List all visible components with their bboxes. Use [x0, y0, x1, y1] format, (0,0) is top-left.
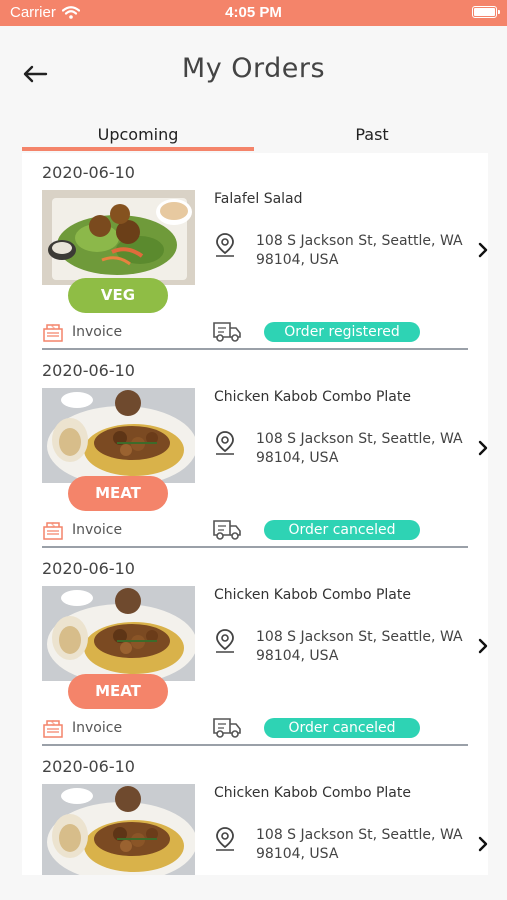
invoice-icon[interactable]: $ — [42, 719, 64, 739]
tab-upcoming[interactable]: Upcoming — [22, 121, 254, 151]
divider — [42, 744, 468, 746]
active-tab-indicator — [22, 147, 254, 151]
clock: 4:05 PM — [225, 4, 282, 21]
kabob-plate-photo — [42, 586, 195, 681]
delivery-truck-icon — [213, 520, 241, 540]
chevron-right-icon[interactable] — [477, 440, 488, 456]
tab-past[interactable]: Past — [256, 121, 488, 151]
location-pin-icon — [216, 431, 234, 455]
delivery-address: 108 S Jackson St, Seattle, WA 98104, USA — [256, 431, 463, 466]
location-pin-icon — [216, 827, 234, 851]
svg-text:$: $ — [51, 522, 55, 529]
meat-badge: MEAT — [68, 476, 168, 511]
order-card[interactable]: 2020-06-10 MEAT Chicken Kabob Combo Plat… — [22, 549, 488, 747]
svg-text:$: $ — [51, 324, 55, 331]
invoice-icon[interactable]: $ — [42, 323, 64, 343]
header: My Orders — [0, 26, 507, 121]
item-name: Chicken Kabob Combo Plate — [214, 785, 411, 801]
order-date: 2020-06-10 — [42, 163, 135, 182]
order-card[interactable]: 2020-06-10 MEAT Chicken Kabob Combo Plat… — [22, 351, 488, 549]
kabob-plate-photo — [42, 784, 195, 875]
invoice-icon[interactable]: $ — [42, 521, 64, 541]
item-name: Chicken Kabob Combo Plate — [214, 587, 411, 603]
delivery-address: 108 S Jackson St, Seattle, WA 98104, USA — [256, 629, 463, 664]
order-date: 2020-06-10 — [42, 559, 135, 578]
invoice-link[interactable]: Invoice — [72, 324, 122, 340]
delivery-truck-icon — [213, 322, 241, 342]
meat-badge: MEAT — [68, 674, 168, 709]
order-status-badge: Order canceled — [264, 718, 420, 738]
battery-icon — [472, 6, 500, 18]
invoice-link[interactable]: Invoice — [72, 522, 122, 538]
svg-text:$: $ — [51, 720, 55, 727]
page-title: My Orders — [181, 53, 326, 84]
chevron-right-icon[interactable] — [477, 836, 488, 852]
order-status-badge: Order registered — [264, 322, 420, 342]
delivery-address: 108 S Jackson St, Seattle, WA 98104, USA — [256, 233, 463, 268]
tab-bar: Upcoming Past — [22, 121, 488, 151]
location-pin-icon — [216, 629, 234, 653]
invoice-link[interactable]: Invoice — [72, 720, 122, 736]
divider — [42, 546, 468, 548]
delivery-address: 108 S Jackson St, Seattle, WA 98104, USA — [256, 827, 463, 862]
order-card[interactable]: 2020-06-10 Chicken Kabob Combo Plate 108… — [22, 747, 488, 875]
kabob-plate-photo — [42, 388, 195, 483]
veg-badge: VEG — [68, 278, 168, 313]
item-name: Falafel Salad — [214, 191, 303, 207]
divider — [42, 348, 468, 350]
chevron-right-icon[interactable] — [477, 242, 488, 258]
tab-past-label: Past — [355, 125, 389, 144]
item-name: Chicken Kabob Combo Plate — [214, 389, 411, 405]
order-status-badge: Order canceled — [264, 520, 420, 540]
tab-upcoming-label: Upcoming — [97, 125, 179, 144]
order-date: 2020-06-10 — [42, 361, 135, 380]
location-pin-icon — [216, 233, 234, 257]
falafel-salad-photo — [42, 190, 195, 285]
status-bar: Carrier 4:05 PM — [0, 0, 507, 26]
delivery-truck-icon — [213, 718, 241, 738]
chevron-right-icon[interactable] — [477, 638, 488, 654]
order-date: 2020-06-10 — [42, 757, 135, 776]
order-card[interactable]: 2020-06-10 VEG Falafel Salad 108 S Jacks… — [22, 153, 488, 351]
orders-list[interactable]: 2020-06-10 VEG Falafel Salad 108 S Jacks… — [22, 153, 488, 875]
